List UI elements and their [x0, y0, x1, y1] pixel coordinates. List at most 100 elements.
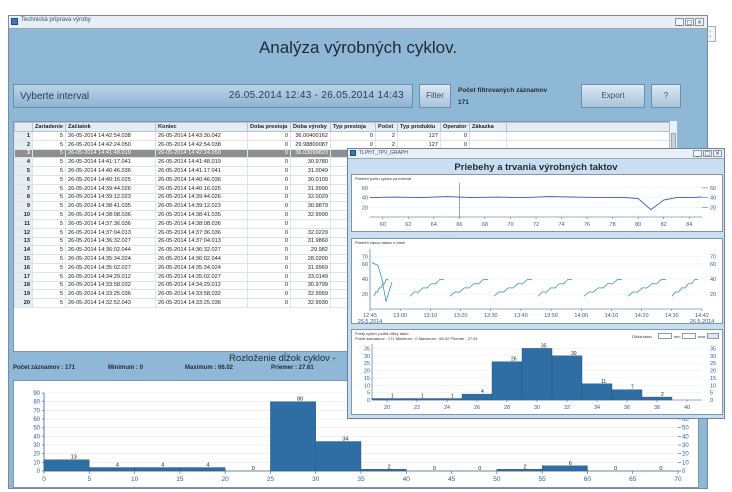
- y-tick-label-right: 10: [682, 460, 689, 466]
- graph-window: TLPHT_TPV_GRAPH _ □ × Priebehy a trvania…: [347, 148, 725, 419]
- y-tick-label: 40: [33, 434, 40, 440]
- x-tick-label: 22: [414, 405, 420, 411]
- graph-window-title: TLPHT_TPV_GRAPH: [359, 150, 408, 156]
- column-header[interactable]: Operator: [439, 122, 470, 132]
- table-cell: 0: [246, 227, 291, 238]
- y-tick-label: 60: [362, 262, 368, 268]
- y-tick-label: 60: [33, 417, 40, 423]
- x-tick-label: 13:40: [514, 313, 528, 319]
- table-cell: 15: [14, 254, 33, 264]
- table-cell: 9: [14, 201, 33, 212]
- interval-range[interactable]: 26.05.2014 12:43 - 26.05.2014 14:43: [229, 90, 404, 101]
- table-cell: 36.03099823: [289, 148, 331, 159]
- x-tick-label: 14:30: [665, 313, 679, 319]
- table-cell: 30.9780: [289, 157, 331, 168]
- y-tick-label: 15: [364, 376, 370, 382]
- table-cell: 11: [14, 218, 33, 229]
- y-tick-label: 70: [362, 255, 368, 261]
- column-header[interactable]: Zákazka: [468, 122, 507, 132]
- column-header[interactable]: Typ prestoja: [329, 122, 376, 132]
- table-cell: 127: [396, 131, 441, 141]
- table-cell: 26-05-2014 14:33:25.036: [64, 289, 156, 300]
- x-tick-label: 40: [403, 476, 411, 483]
- y-tick-label-right: 0: [682, 469, 686, 475]
- y-tick-label: 80: [33, 400, 40, 406]
- x-tick-label: 32: [564, 405, 570, 411]
- column-header[interactable]: Doba výroby: [289, 122, 331, 132]
- graph-heading: Priebehy a trvania výrobných taktov: [454, 162, 618, 173]
- graph-maximize-icon[interactable]: □: [703, 150, 712, 157]
- table-cell: 3: [14, 148, 33, 159]
- column-header[interactable]: Typ produktu: [396, 122, 441, 132]
- table-cell: 36.00400162: [289, 131, 331, 141]
- table-row[interactable]: 1 5 26-05-2014 14:42:54.038 26-05-2014 14:4…: [14, 131, 676, 141]
- bar-value-label: 4: [481, 389, 484, 395]
- y-tick-label: 25: [364, 361, 370, 367]
- table-cell: 26-05-2014 14:33:58.032: [154, 289, 248, 300]
- table-cell: 26-05-2014 14:36:32.027: [64, 236, 156, 247]
- table-cell: 26-05-2014 14:40:16.025: [154, 183, 248, 194]
- table-cell: 16: [14, 262, 33, 273]
- table-cell: 2: [374, 131, 398, 141]
- column-header[interactable]: Začiatok: [64, 122, 156, 132]
- y-tick-label: 30: [364, 354, 370, 360]
- x-tick-label: 25: [267, 476, 275, 483]
- window-title: Technická príprava výroby: [21, 17, 91, 23]
- graph-close-icon[interactable]: ×: [713, 150, 722, 157]
- x-tick-label: 80: [635, 222, 641, 228]
- table-cell: 26-05-2014 14:37:04.013: [154, 236, 248, 247]
- table-cell: 26-05-2014 14:35:34.024: [154, 262, 248, 273]
- column-header[interactable]: [14, 122, 33, 132]
- bar-value-label: 1: [421, 394, 424, 400]
- export-button[interactable]: Export: [581, 84, 645, 108]
- y-tick-label: 90: [33, 391, 40, 397]
- table-cell: 8: [14, 192, 33, 203]
- x-tick-label: 70: [674, 476, 682, 483]
- filter-button[interactable]: Filter: [419, 84, 451, 108]
- filtered-count-value: 171: [458, 99, 469, 106]
- series-segment: [449, 279, 489, 297]
- table-cell: [468, 131, 507, 141]
- column-header[interactable]: Počet: [374, 122, 398, 132]
- x-tick-label: 0: [42, 476, 46, 483]
- close-icon[interactable]: ×: [695, 18, 704, 26]
- column-header[interactable]: Koniec: [154, 122, 248, 132]
- table-cell: 18: [14, 280, 33, 291]
- table-cell: 26-05-2014 14:34:29.012: [64, 271, 156, 282]
- table-cell: 31.9860: [289, 236, 331, 247]
- minimize-icon[interactable]: _: [675, 18, 684, 26]
- series-segment: [537, 279, 573, 297]
- interval-selector[interactable]: Vyberte interval 26.05.2014 12:43 - 26.0…: [13, 84, 413, 108]
- y-tick-label: 30: [33, 443, 40, 449]
- x-tick-label: 28: [504, 405, 510, 411]
- help-button[interactable]: ?: [651, 84, 681, 108]
- y-tick-label: 35: [364, 346, 370, 352]
- histogram-bar: [315, 441, 362, 472]
- table-cell: 26-05-2014 14:41:17.041: [154, 166, 248, 176]
- table-cell: 26-05-2014 14:42:24.050: [64, 139, 156, 150]
- histogram-bar: [89, 467, 135, 472]
- table-cell: 26-05-2014 14:41:48.019: [154, 157, 248, 168]
- graph-minimize-icon[interactable]: _: [693, 150, 702, 157]
- table-cell: 26-05-2014 14:35:34.024: [64, 254, 156, 264]
- x-tick-label: 68: [482, 222, 488, 228]
- table-cell: 32.9959: [289, 289, 331, 300]
- column-header[interactable]: Zariadenie: [32, 122, 66, 132]
- table-cell: 0: [439, 131, 470, 141]
- y-tick-label-right: 20: [682, 452, 689, 458]
- series-segment: [583, 279, 623, 297]
- table-cell: 26-05-2014 14:38:08.036: [154, 218, 248, 229]
- stat-count: Počet záznamov : 171: [13, 365, 76, 371]
- histogram-bar: [270, 401, 316, 472]
- stat-max: Maximum : 66.02: [185, 365, 234, 371]
- maximize-icon[interactable]: □: [685, 18, 694, 26]
- table-cell: [289, 218, 331, 229]
- graph-titlebar: TLPHT_TPV_GRAPH _ □ ×: [348, 149, 724, 159]
- x-tick-label: 84: [686, 222, 692, 228]
- table-cell: 0: [246, 271, 291, 282]
- table-cell: 2: [14, 139, 33, 150]
- table-cell: 0: [246, 139, 291, 150]
- y-tick-label: 50: [33, 426, 40, 432]
- x-tick-label: 26.5.2014: [358, 319, 382, 323]
- column-header[interactable]: Doba prestoja: [246, 122, 291, 132]
